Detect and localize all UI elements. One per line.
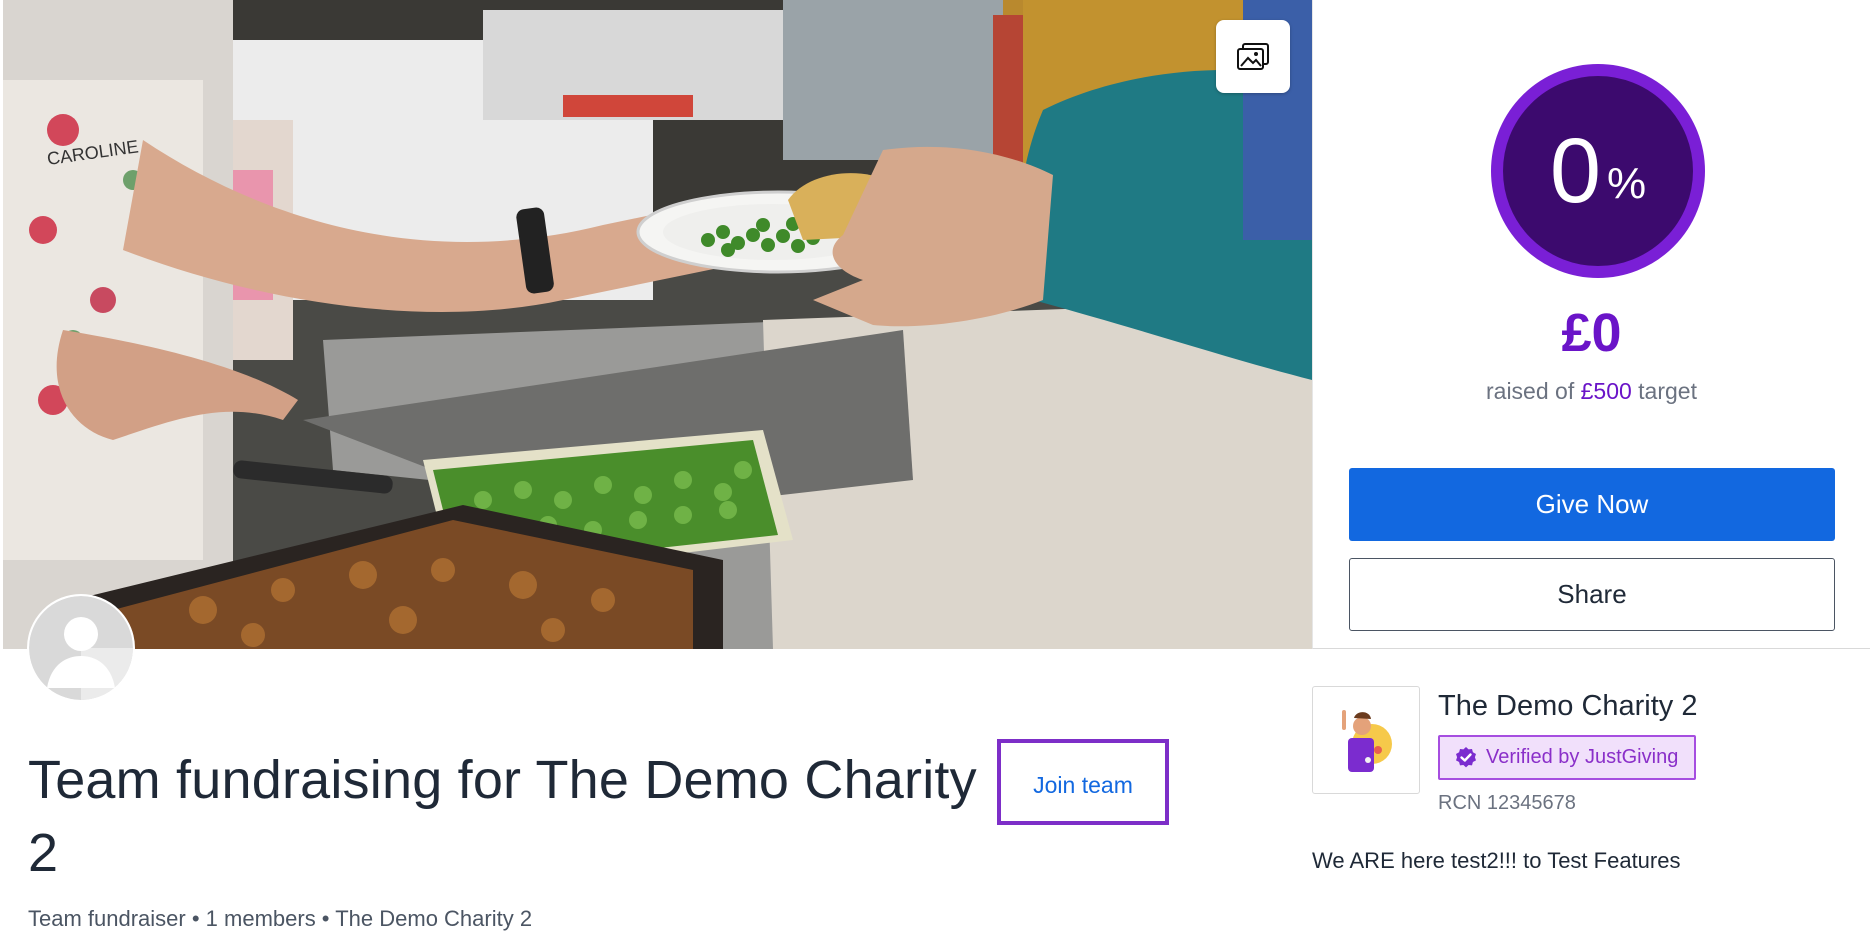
target-amount: £500 [1580, 378, 1632, 404]
team-meta: Team fundraiser • 1 members • The Demo C… [28, 906, 533, 931]
raised-suffix: target [1638, 378, 1697, 404]
hero-photo-illustration: CAROLINE [3, 0, 1312, 649]
charity-description: We ARE here test2!!! to Test Features [1312, 848, 1681, 873]
progress-unit: % [1607, 159, 1647, 208]
hero-image: CAROLINE [3, 0, 1312, 649]
charity-rcn: RCN 12345678 [1438, 792, 1576, 814]
verified-label: Verified by JustGiving [1486, 746, 1679, 768]
amount-raised: £0 [1561, 303, 1622, 363]
join-team-button[interactable]: Join team [997, 739, 1169, 825]
page-title: Team fundraising for The Demo Charity 2 [28, 750, 977, 883]
donation-card: 0 % £0 raised of £500 target Give Now Sh… [1312, 0, 1870, 649]
verified-badge: Verified by JustGiving [1438, 735, 1697, 780]
charity-logo[interactable] [1312, 686, 1420, 794]
image-gallery-icon [1237, 42, 1269, 70]
verified-check-icon [1456, 746, 1476, 767]
raised-of-target: raised of £500 target [1313, 378, 1870, 405]
progress-value: 0 [1549, 120, 1602, 222]
charity-logo-icon [1342, 710, 1392, 772]
gallery-button[interactable] [1216, 20, 1290, 93]
progress-ring: 0 % [1491, 64, 1705, 278]
give-now-button[interactable]: Give Now [1349, 468, 1835, 541]
default-user-avatar-icon [29, 596, 133, 700]
raised-prefix: raised of [1486, 378, 1575, 404]
share-button[interactable]: Share [1349, 558, 1835, 631]
team-avatar [27, 594, 135, 702]
charity-name[interactable]: The Demo Charity 2 [1438, 690, 1698, 723]
